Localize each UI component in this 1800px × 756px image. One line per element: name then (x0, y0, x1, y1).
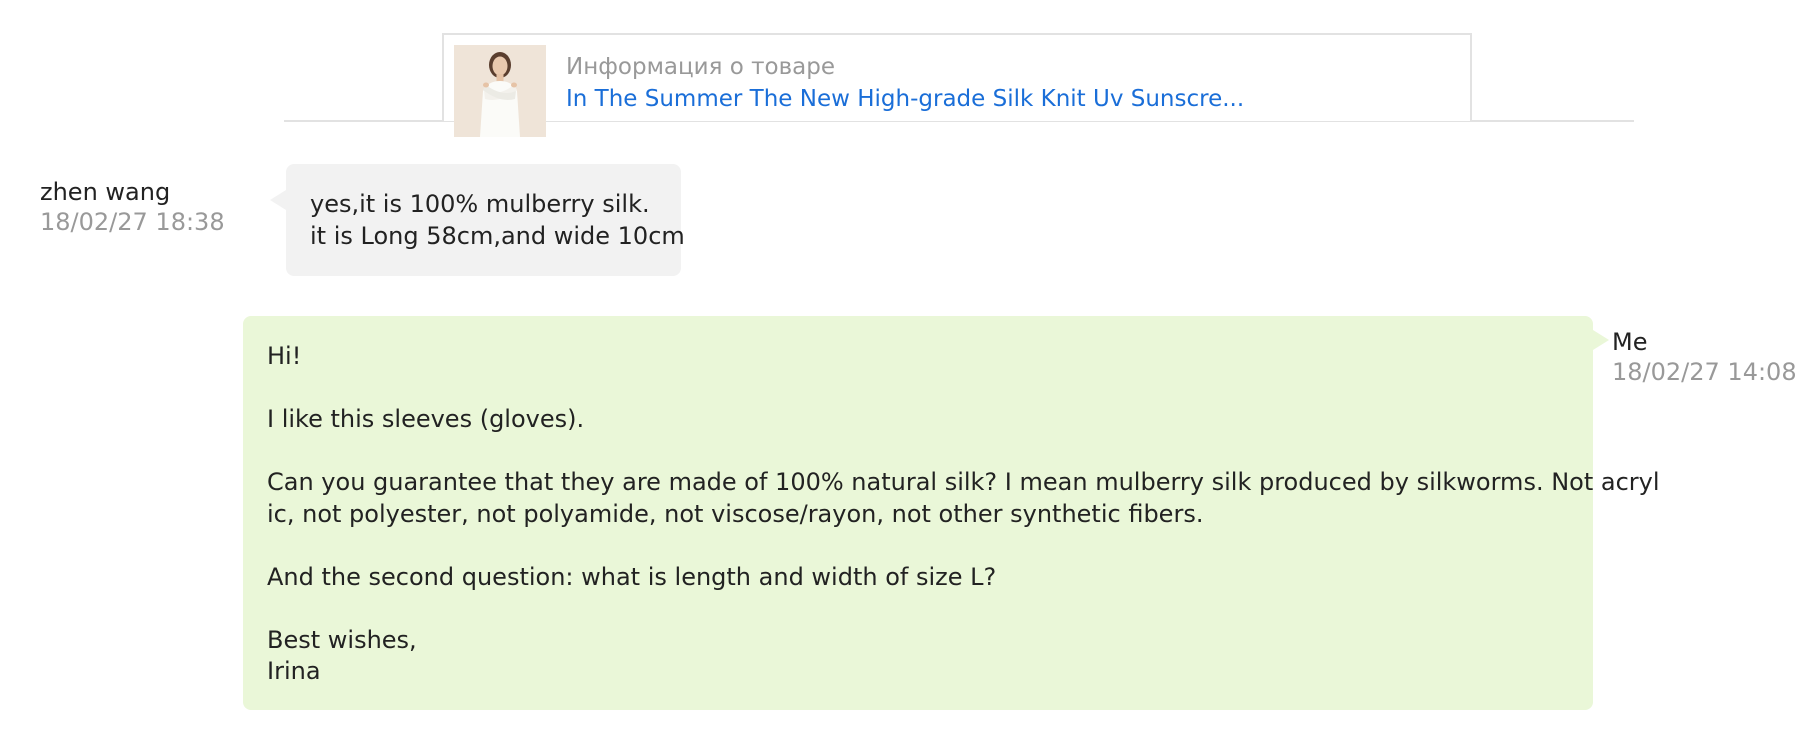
message-greeting: Hi! (267, 342, 302, 370)
product-title-link[interactable]: In The Summer The New High-grade Silk Kn… (566, 84, 1244, 114)
message-paragraph: And the second question: what is length … (267, 562, 997, 591)
sender-name: Me (1612, 328, 1648, 356)
incoming-message-bubble: yes,it is 100% mulberry silk. it is Long… (270, 164, 685, 276)
message-text-line: Can you guarantee that they are made of … (267, 468, 1660, 496)
message-timestamp: 18/02/27 18:38 (40, 208, 225, 236)
product-photo-icon (454, 45, 546, 137)
product-info-card: Информация о товаре In The Summer The Ne… (442, 33, 1472, 137)
message-text-line: it is Long 58cm,and wide 10cm (310, 221, 685, 250)
message-paragraph: Can you guarantee that they are made of … (267, 467, 1660, 530)
message-text-line: yes,it is 100% mulberry silk. (310, 190, 650, 218)
message-signoff: Best wishes, Irina (267, 625, 1569, 688)
message-paragraph: I like this sleeves (gloves). (267, 405, 585, 433)
message-signature: Irina (267, 657, 321, 685)
message-timestamp: 18/02/27 14:08 (1612, 358, 1797, 386)
outgoing-message-bubble: Hi! I like this sleeves (gloves). Can yo… (243, 316, 1660, 710)
sender-name: zhen wang (40, 178, 171, 206)
message-text-line: ic, not polyester, not polyamide, not vi… (267, 499, 1204, 528)
product-info-caption: Информация о товаре (566, 54, 836, 80)
message-closing: Best wishes, (267, 625, 417, 654)
product-thumbnail[interactable] (454, 45, 546, 137)
